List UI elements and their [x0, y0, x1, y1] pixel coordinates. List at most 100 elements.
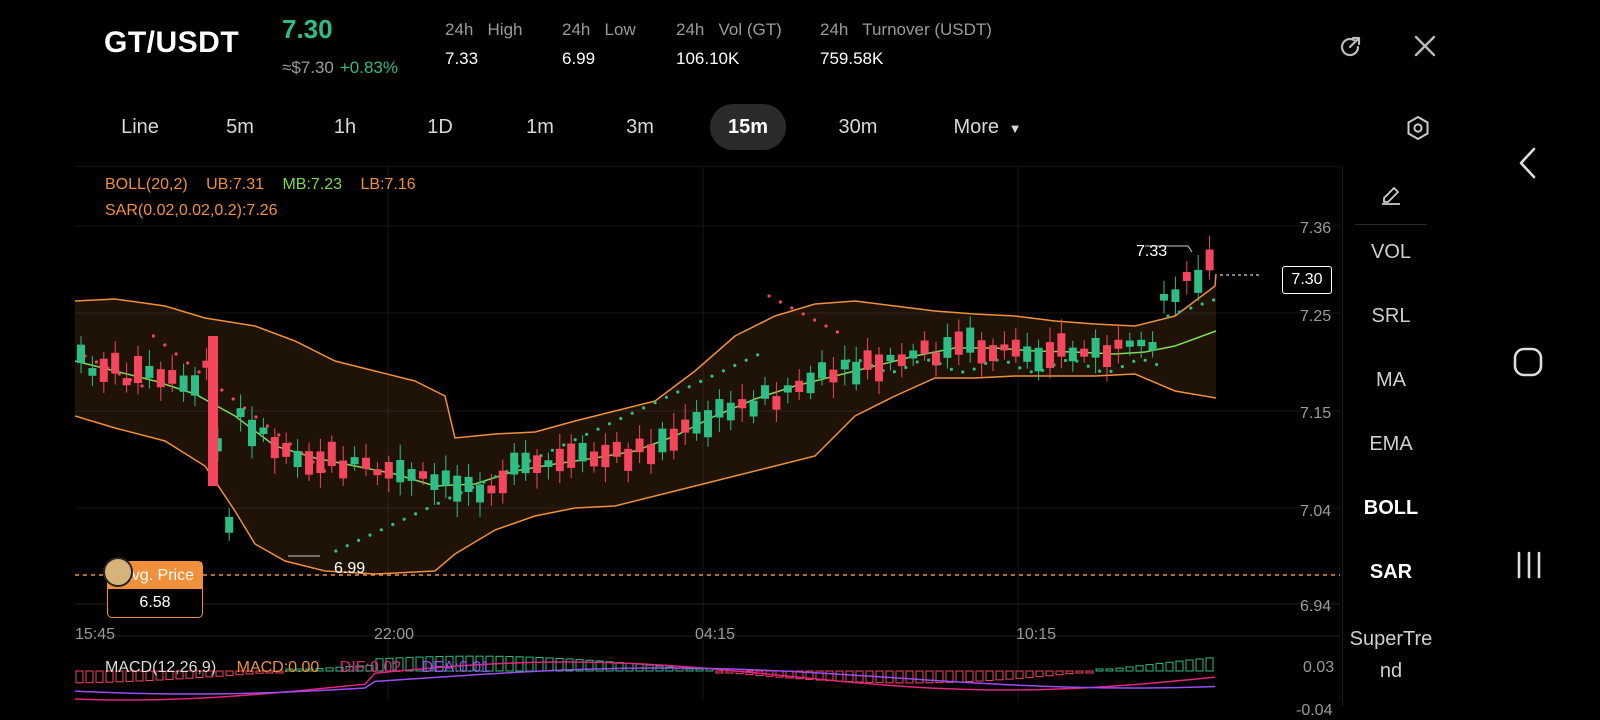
candle-body — [783, 385, 792, 393]
price-axis-label: 7.36 — [1300, 220, 1332, 237]
macd-bar — [85, 670, 94, 684]
candle-body — [476, 484, 484, 503]
indicator-srl[interactable]: SRL — [1343, 305, 1439, 328]
sar-dot — [1086, 364, 1090, 368]
candle-body — [521, 452, 530, 474]
sar-dot — [858, 359, 862, 363]
candle-body — [567, 443, 576, 468]
candle-body — [282, 442, 291, 457]
boll-name: BOLL(20,2) — [105, 176, 188, 193]
candle-body — [658, 428, 667, 453]
sar-dot — [379, 528, 383, 532]
candle-body — [761, 385, 769, 399]
avatar — [103, 557, 133, 587]
stat-label: 24h Low — [562, 20, 636, 39]
candle-body — [1091, 337, 1100, 358]
timeframe-1m[interactable]: 1m — [505, 104, 575, 150]
sar-dot — [1006, 360, 1011, 364]
candle-body — [1011, 339, 1020, 357]
candle-body — [863, 350, 872, 370]
candle-body — [966, 327, 975, 353]
timeframe-1h[interactable]: 1h — [310, 104, 380, 150]
candle-body — [1000, 344, 1009, 351]
candle-body — [704, 410, 712, 438]
pencil-icon[interactable] — [1380, 184, 1402, 206]
stat-value: 7.33 — [445, 49, 479, 68]
home-icon[interactable] — [1512, 346, 1544, 378]
sar-dot — [1143, 358, 1147, 362]
timeframe-3m[interactable]: 3m — [605, 104, 675, 150]
macd-bar — [975, 670, 984, 682]
macd-bar — [905, 670, 914, 684]
sar-dot — [265, 424, 269, 428]
candle-body — [977, 340, 986, 364]
sar-dot — [710, 374, 714, 378]
sar-dot — [550, 448, 554, 452]
indicator-vol[interactable]: VOL — [1343, 241, 1439, 264]
sar-dot — [425, 507, 429, 511]
timeframe-30m[interactable]: 30m — [818, 104, 898, 150]
candle-body — [464, 476, 473, 493]
stat-value: 759.58K — [820, 49, 884, 68]
timeframe-1d[interactable]: 1D — [405, 104, 475, 150]
indicator-sar[interactable]: SAR — [1343, 561, 1439, 584]
candle-body — [852, 361, 861, 385]
sar-dot — [151, 334, 155, 338]
share-icon[interactable] — [1336, 33, 1364, 61]
macd-bar — [1125, 666, 1134, 672]
sar-dot — [835, 330, 840, 334]
sar-dot — [220, 388, 224, 392]
candle-body — [1148, 342, 1157, 351]
candle-body — [533, 455, 541, 473]
candle-body — [441, 470, 450, 486]
sar-dot — [402, 517, 406, 521]
indicator-ma[interactable]: MA — [1343, 369, 1439, 392]
sar-dot — [892, 370, 897, 374]
indicator-supertrend[interactable]: SuperTrend — [1343, 623, 1439, 687]
candle-body — [225, 516, 234, 533]
candle-body — [578, 442, 587, 462]
candle-body — [875, 354, 883, 382]
macd-bar — [1155, 662, 1164, 672]
sar-dot — [630, 411, 634, 415]
candle-body — [647, 444, 655, 465]
stat-label: 24h Turnover (USDT) — [820, 20, 992, 39]
macd-bar — [625, 662, 634, 672]
candle-body — [601, 444, 610, 468]
sar-dot — [345, 544, 349, 548]
macd-axis-label: 0.03 — [1303, 659, 1335, 676]
current-price-tag: 7.30 — [1282, 266, 1332, 294]
candle-body — [145, 365, 154, 379]
indicator-ema[interactable]: EMA — [1343, 433, 1439, 456]
sar-dot — [231, 397, 235, 401]
indicator-boll[interactable]: BOLL — [1343, 497, 1439, 520]
change-percent: +0.83% — [339, 58, 399, 77]
stat-high: 24h High 7.33 — [445, 20, 523, 69]
candle-body — [316, 451, 325, 474]
timeframe-line[interactable]: Line — [100, 104, 180, 150]
recents-icon[interactable] — [1514, 550, 1544, 580]
candle-body — [1171, 289, 1180, 302]
sar-dot — [721, 369, 726, 373]
back-icon[interactable] — [1516, 146, 1540, 180]
sar-dot — [664, 395, 669, 399]
timeframe-more[interactable]: More ▼ — [940, 104, 1035, 150]
timeframe-5m[interactable]: 5m — [205, 104, 275, 150]
sar-dot — [915, 360, 919, 364]
candle-body — [749, 400, 758, 417]
hexagon-settings-icon[interactable] — [1404, 114, 1432, 142]
sar-dot — [653, 401, 657, 405]
macd-axis-label: -0.04 — [1296, 702, 1333, 719]
macd-bar — [895, 670, 904, 684]
sar-dot — [619, 416, 623, 421]
close-icon[interactable] — [1412, 33, 1438, 59]
candle-body — [1114, 339, 1123, 349]
candle-body — [111, 352, 120, 374]
candle-body — [134, 356, 142, 384]
macd-bar — [1045, 670, 1054, 677]
sar-dot — [1200, 302, 1204, 306]
sar-dot — [607, 422, 612, 426]
timeframe-15m[interactable]: 15m — [710, 104, 786, 150]
candle-body — [339, 460, 348, 479]
macd-name: MACD(12,26,9) — [105, 659, 217, 676]
